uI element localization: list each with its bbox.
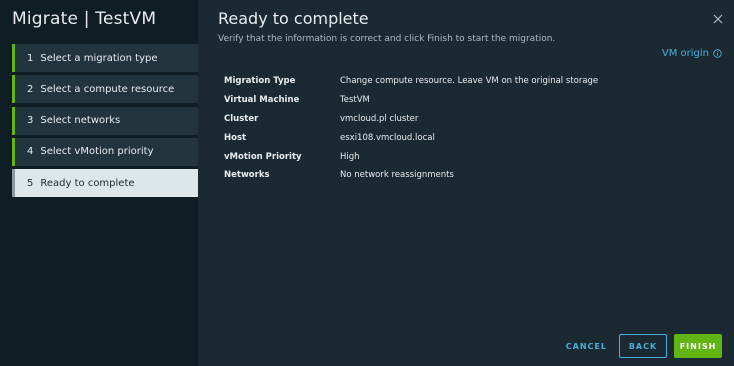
detail-value: Change compute resource. Leave VM on the… bbox=[340, 76, 599, 87]
cancel-button[interactable]: CANCEL bbox=[554, 334, 619, 358]
step-label: Select vMotion priority bbox=[40, 146, 154, 158]
migrate-wizard: Migrate | TestVM 1 Select a migration ty… bbox=[0, 0, 734, 366]
info-icon bbox=[713, 49, 722, 58]
wizard-footer: CANCEL BACK FINISH bbox=[554, 334, 722, 358]
step-select-compute-resource[interactable]: 2 Select a compute resource bbox=[12, 75, 198, 104]
detail-label: Cluster bbox=[224, 113, 259, 124]
detail-row-vmotion-priority: vMotion Priority High bbox=[224, 147, 598, 166]
step-number: 3 bbox=[27, 115, 34, 127]
step-select-vmotion-priority[interactable]: 4 Select vMotion priority bbox=[12, 137, 198, 166]
detail-row-virtual-machine: Virtual Machine TestVM bbox=[224, 91, 598, 110]
wizard-title: Migrate | TestVM bbox=[12, 9, 157, 29]
step-select-migration-type[interactable]: 1 Select a migration type bbox=[12, 44, 198, 72]
step-label: Select a migration type bbox=[40, 52, 158, 64]
detail-label: vMotion Priority bbox=[224, 151, 302, 162]
detail-row-migration-type: Migration Type Change compute resource. … bbox=[224, 72, 598, 91]
detail-value: esxi108.vmcloud.local bbox=[340, 132, 435, 143]
step-ready-to-complete[interactable]: 5 Ready to complete bbox=[12, 169, 198, 198]
detail-row-cluster: Cluster vmcloud.pl cluster bbox=[224, 110, 598, 129]
step-label: Ready to complete bbox=[40, 177, 135, 189]
detail-value: TestVM bbox=[340, 95, 370, 106]
detail-value: No network reassignments bbox=[340, 170, 454, 181]
detail-value: vmcloud.pl cluster bbox=[340, 113, 419, 124]
detail-label: Virtual Machine bbox=[224, 95, 300, 106]
detail-row-networks: Networks No network reassignments bbox=[224, 166, 598, 185]
summary-details: Migration Type Change compute resource. … bbox=[224, 72, 598, 185]
detail-label: Networks bbox=[224, 170, 270, 181]
step-number: 2 bbox=[27, 83, 34, 95]
detail-value: High bbox=[340, 151, 360, 162]
page-subtitle: Verify that the information is correct a… bbox=[218, 34, 556, 44]
step-select-networks[interactable]: 3 Select networks bbox=[12, 106, 198, 135]
detail-label: Host bbox=[224, 132, 247, 143]
vm-origin-link[interactable]: VM origin bbox=[662, 48, 722, 59]
step-label: Select networks bbox=[40, 115, 121, 127]
close-icon[interactable] bbox=[712, 13, 724, 25]
wizard-steps: 1 Select a migration type 2 Select a com… bbox=[12, 44, 198, 200]
vm-origin-label: VM origin bbox=[661, 48, 709, 59]
wizard-content: Ready to complete Verify that the inform… bbox=[198, 0, 734, 366]
wizard-sidebar: Migrate | TestVM 1 Select a migration ty… bbox=[0, 0, 198, 366]
step-number: 1 bbox=[27, 52, 34, 64]
step-label: Select a compute resource bbox=[40, 83, 175, 95]
finish-button[interactable]: FINISH bbox=[674, 334, 722, 358]
back-button[interactable]: BACK bbox=[619, 334, 667, 358]
detail-label: Migration Type bbox=[224, 76, 296, 87]
step-number: 4 bbox=[27, 146, 34, 158]
page-title: Ready to complete bbox=[218, 9, 369, 28]
step-number: 5 bbox=[27, 177, 34, 189]
detail-row-host: Host esxi108.vmcloud.local bbox=[224, 128, 598, 147]
